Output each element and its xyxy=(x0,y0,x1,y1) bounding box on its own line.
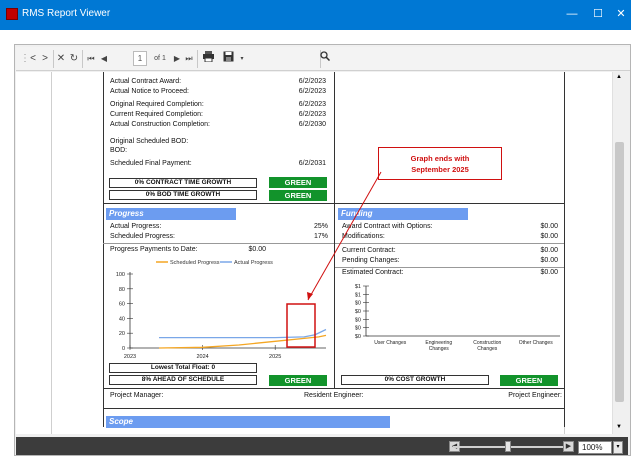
back-icon[interactable]: < xyxy=(28,51,38,67)
annotation-overlay xyxy=(286,171,382,348)
minimize-button[interactable]: — xyxy=(562,6,582,22)
next-page-icon[interactable]: ▶ xyxy=(172,51,182,67)
search-icon[interactable] xyxy=(318,51,332,67)
previous-page-icon[interactable]: ◀ xyxy=(99,51,109,67)
zoom-level-input[interactable]: 100% xyxy=(578,441,612,454)
current-page-input[interactable]: 1 xyxy=(133,51,147,66)
vertical-scrollbar[interactable]: ▲ ▼ xyxy=(612,72,626,434)
last-page-icon[interactable]: ⏭ xyxy=(184,51,194,67)
window-title: RMS Report Viewer xyxy=(22,8,111,19)
export-dropdown-icon[interactable]: ▾ xyxy=(238,51,246,67)
app-icon xyxy=(6,8,18,20)
report-toolbar: ⋮ < > ✕ ↻ ⏮ ◀ 1 of 1 ▶ ⏭ ▾ xyxy=(16,47,630,71)
stop-icon[interactable]: ✕ xyxy=(56,51,66,67)
zoom-dropdown-icon[interactable]: ▾ xyxy=(613,441,623,454)
scrollbar-thumb[interactable] xyxy=(615,142,624,402)
page-count: of 1 xyxy=(154,55,166,62)
zoom-slider-thumb[interactable] xyxy=(505,441,511,452)
scroll-up-icon[interactable]: ▲ xyxy=(616,74,622,80)
refresh-icon[interactable]: ↻ xyxy=(69,51,79,67)
first-page-icon[interactable]: ⏮ xyxy=(86,51,96,67)
annotation-arrow xyxy=(307,171,382,301)
annotation-highlight-box xyxy=(286,303,316,348)
maximize-button[interactable]: ☐ xyxy=(588,6,608,22)
report-viewport[interactable]: Actual Contract Award: 6/2/2023 Actual N… xyxy=(16,72,612,434)
zoom-in-button[interactable]: ▶ xyxy=(563,441,574,452)
forward-icon[interactable]: > xyxy=(40,51,50,67)
report-viewer-window: RMS Report Viewer — ☐ ✕ ⋮ < > ✕ ↻ ⏮ ◀ 1 … xyxy=(0,0,631,469)
close-button[interactable]: ✕ xyxy=(611,6,631,22)
grip-icon: ⋮ xyxy=(20,53,30,64)
export-icon[interactable] xyxy=(222,51,234,67)
scroll-down-icon[interactable]: ▼ xyxy=(616,424,622,430)
title-bar: RMS Report Viewer — ☐ ✕ xyxy=(0,0,631,30)
print-icon[interactable] xyxy=(202,51,214,67)
